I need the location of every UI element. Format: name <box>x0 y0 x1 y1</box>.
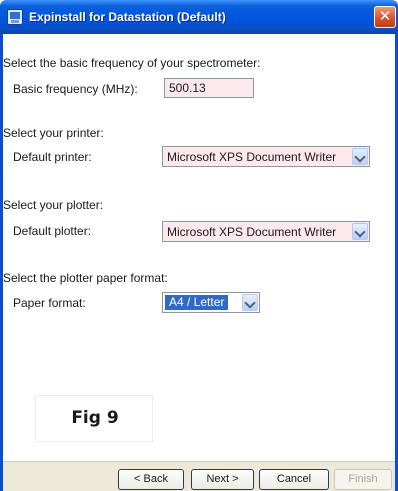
back-button[interactable]: < Back <box>118 469 184 490</box>
paper-field-label: Paper format: <box>13 296 86 310</box>
printer-section-label: Select your printer: <box>3 126 104 140</box>
plotter-select-value: Microsoft XPS Document Writer <box>167 225 337 239</box>
finish-button: Finish <box>334 469 392 490</box>
printer-select[interactable]: Microsoft XPS Document Writer <box>162 146 370 167</box>
application-icon[interactable] <box>7 9 23 25</box>
paper-section-label: Select the plotter paper format: <box>3 271 168 285</box>
figure-label: Fig 9 <box>71 408 119 428</box>
chevron-down-icon[interactable] <box>352 223 368 240</box>
frequency-section-label: Select the basic frequency of your spect… <box>3 56 261 70</box>
chevron-down-icon[interactable] <box>352 148 368 165</box>
plotter-section-label: Select your plotter: <box>3 198 104 212</box>
title-bar[interactable]: Expinstall for Datastation (Default) ✕ <box>0 0 398 34</box>
figure-label-box: Fig 9 <box>35 395 153 442</box>
plotter-field-label: Default plotter: <box>13 224 92 238</box>
frequency-field-label: Basic frequency (MHz): <box>13 82 138 96</box>
close-button[interactable]: ✕ <box>374 6 396 28</box>
paper-format-select[interactable]: A4 / Letter <box>162 292 260 313</box>
next-button[interactable]: Next > <box>191 469 254 490</box>
printer-field-label: Default printer: <box>13 150 92 164</box>
paper-format-select-value: A4 / Letter <box>165 295 229 310</box>
button-bar: < Back Next > Cancel Finish <box>3 461 395 491</box>
plotter-select[interactable]: Microsoft XPS Document Writer <box>162 221 370 242</box>
frequency-input[interactable] <box>164 78 254 98</box>
cancel-button[interactable]: Cancel <box>259 469 329 490</box>
window-title: Expinstall for Datastation (Default) <box>29 10 226 24</box>
printer-select-value: Microsoft XPS Document Writer <box>167 150 337 164</box>
chevron-down-icon[interactable] <box>242 294 258 311</box>
